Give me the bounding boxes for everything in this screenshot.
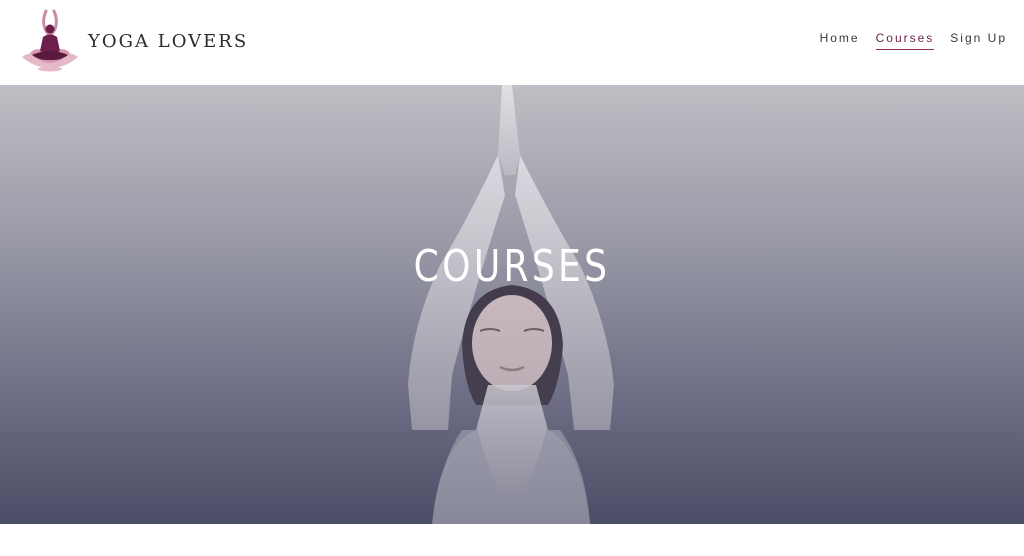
content-area-top <box>0 524 1024 556</box>
nav-signup-link[interactable]: Sign Up <box>950 31 1007 49</box>
hero-title: COURSES <box>413 241 611 292</box>
hero-banner: COURSES <box>0 85 1024 524</box>
brand-logo[interactable]: YOGA LOVERS <box>16 6 256 76</box>
page: YOGA LOVERS Home Courses Sign Up COURSES <box>0 0 1024 556</box>
site-header: YOGA LOVERS Home Courses Sign Up <box>0 0 1024 85</box>
meditating-figure-logo-icon <box>22 9 78 72</box>
yoga-woman-photo <box>0 85 1024 524</box>
nav-courses-link[interactable]: Courses <box>875 31 935 50</box>
nav-home-link[interactable]: Home <box>820 31 860 49</box>
brand-name: YOGA LOVERS <box>88 30 249 52</box>
main-nav: Home Courses Sign Up <box>804 31 1007 50</box>
